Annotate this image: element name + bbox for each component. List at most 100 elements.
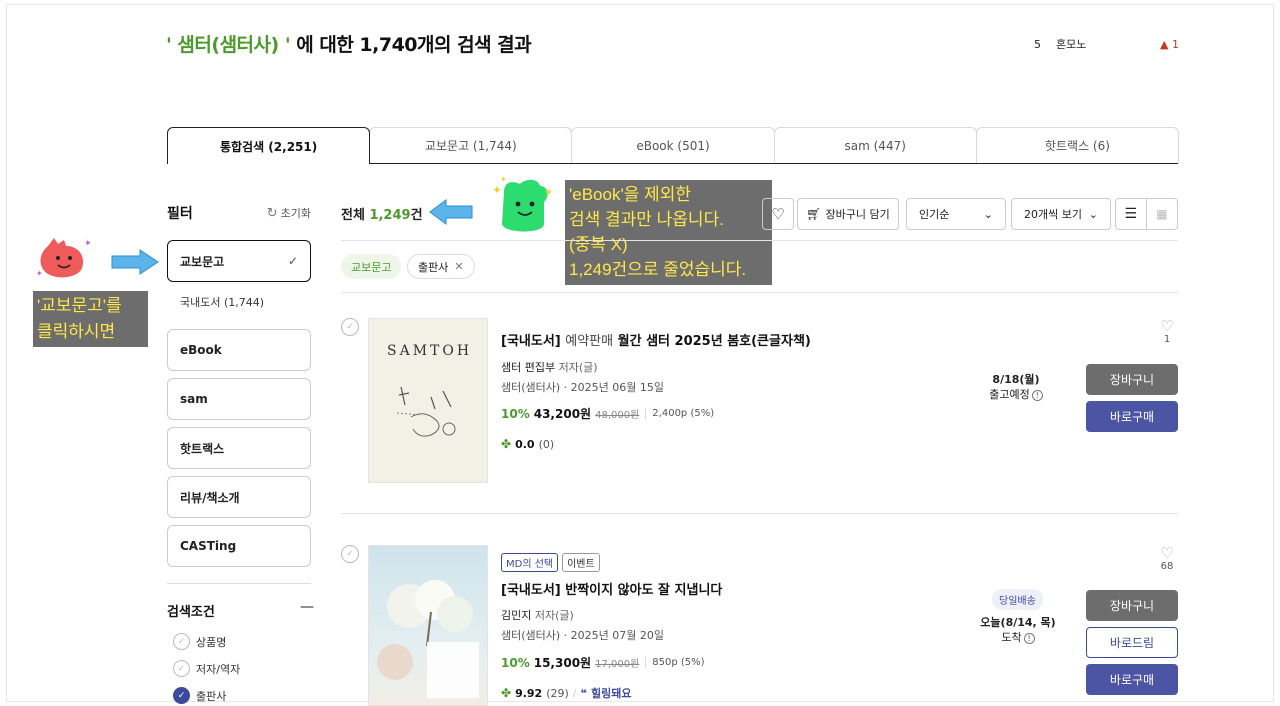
product-author[interactable]: 김민지 저자(글) (501, 607, 574, 623)
book-cover-image[interactable]: SAMTOH (368, 318, 488, 483)
annotation-line: 1,249건으로 줄었습니다. (569, 260, 747, 279)
condition-title-option[interactable]: ✓ 상품명 (173, 633, 226, 650)
annotation-line: (중복 X) (569, 235, 628, 254)
check-circle-icon: ✓ (173, 660, 190, 677)
product-name: 월간 샘터 2025년 봄호(큰글자책) (617, 334, 811, 349)
search-keyword: ' 샘터(샘터사) ' (166, 34, 291, 56)
condition-author-option[interactable]: ✓ 저자/역자 (173, 660, 240, 677)
add-to-cart-button[interactable]: 장바구니 (1086, 590, 1178, 621)
product-review[interactable]: ✤ 9.92 (29) / ❝ 힐링돼요 (501, 685, 631, 701)
add-to-cart-all-button[interactable]: 🛒︎ 장바구니 담기 (797, 198, 899, 230)
author-name: 샘터 편집부 (501, 361, 556, 374)
author-role: 저자(글) (534, 609, 574, 622)
points: 2,400p (5%) (645, 408, 714, 419)
book-cover-image[interactable] (368, 545, 488, 706)
svg-text:✦: ✦ (500, 175, 507, 184)
ship-date: 오늘(8/14, 목) (980, 616, 1056, 629)
filter-sub-domestic[interactable]: 국내도서 (1,744) (180, 294, 264, 310)
event-badge[interactable]: 이벤트 (562, 553, 600, 572)
arrow-left-icon (429, 199, 473, 225)
per-page-select[interactable]: 20개씩 보기 ⌄ (1011, 198, 1111, 230)
results-divider (341, 240, 1178, 241)
list-view-button[interactable]: ☰ (1116, 199, 1147, 229)
svg-text:✦: ✦ (84, 239, 92, 249)
product-category: [국내도서] (501, 334, 561, 349)
rating: 9.92 (515, 686, 543, 700)
add-to-cart-label: 장바구니 담기 (825, 208, 890, 221)
filter-ebook[interactable]: eBook (167, 329, 311, 371)
sort-value: 인기순 (919, 208, 950, 221)
info-icon[interactable]: ! (1023, 633, 1035, 644)
product-publisher: 샘터(샘터사) · 2025년 06월 15일 (501, 381, 665, 394)
product-select-checkbox[interactable]: ✓ (341, 545, 359, 563)
publisher-chip[interactable]: 출판사 ✕ (407, 254, 475, 279)
shipping-info: 8/18(월) 출고예정! (966, 372, 1066, 402)
filter-review[interactable]: 리뷰/책소개 (167, 476, 311, 518)
product-author[interactable]: 샘터 편집부 저자(글) (501, 359, 598, 375)
condition-publisher-option[interactable]: ✓ 출판사 (173, 687, 226, 704)
results-divider (341, 513, 1178, 514)
wishlist-button[interactable]: ♡ 1 (1157, 318, 1177, 345)
per-page-value: 20개씩 보기 (1024, 208, 1082, 221)
tab-integrated[interactable]: 통합검색 (2,251) (167, 127, 371, 164)
quote-icon: ❝ (580, 686, 587, 700)
product-title[interactable]: [국내도서] 예약판매 월간 샘터 2025년 봄호(큰글자책) (501, 330, 811, 349)
tab-kyobo[interactable]: 교보문고 (1,744) (369, 127, 573, 163)
close-icon[interactable]: ✕ (454, 260, 463, 273)
list-icon: ☰ (1124, 206, 1138, 222)
like-count: 1 (1163, 334, 1171, 345)
search-conditions-title: 검색조건 (167, 605, 215, 620)
view-toggle: ☰ ▦ (1115, 198, 1178, 230)
grid-view-button[interactable]: ▦ (1147, 199, 1177, 229)
tab-hottracks[interactable]: 핫트랙스 (6) (975, 127, 1180, 163)
filter-review-label: 리뷰/책소개 (180, 490, 240, 505)
sort-select[interactable]: 인기순 ⌄ (906, 198, 1006, 230)
filter-reset-button[interactable]: ↻ 초기화 (267, 205, 311, 221)
cover-text-block (427, 642, 479, 698)
annotation-line: 검색 결과만 나옵니다. (569, 210, 724, 229)
tab-ebook[interactable]: eBook (501) (571, 127, 775, 163)
check-circle-icon: ✓ (173, 687, 190, 704)
sidebar-divider (167, 583, 311, 584)
product-badges: MD의 선택 이벤트 (501, 553, 600, 572)
product-select-checkbox[interactable]: ✓ (341, 318, 359, 336)
filter-hottracks-label: 핫트랙스 (180, 441, 225, 456)
points: 850p (5%) (645, 657, 705, 668)
wishlist-button[interactable]: ♡ 68 (1157, 545, 1177, 572)
annotation-right: 'eBook'을 제외한 검색 결과만 나옵니다. (중복 X) 1,249건으… (565, 180, 772, 285)
filter-header: 필터 ↻ 초기화 (167, 203, 311, 223)
ship-date: 8/18(월) (992, 373, 1040, 386)
filter-hottracks[interactable]: 핫트랙스 (167, 427, 311, 469)
arrow-right-icon (111, 249, 159, 275)
svg-text:✦: ✦ (36, 269, 43, 278)
total-suffix: 건 (410, 208, 423, 223)
check-circle-icon: ✓ (173, 633, 190, 650)
heart-icon: ♡ (771, 205, 785, 223)
buy-now-button[interactable]: 바로구매 (1086, 401, 1178, 432)
product-title[interactable]: [국내도서] 반짝이지 않아도 잘 지냅니다 (501, 579, 722, 598)
separator: / (572, 686, 577, 700)
cover-title: SAMTOH (387, 343, 473, 359)
buy-now-button[interactable]: 바로구매 (1086, 664, 1178, 695)
tab-sam[interactable]: sam (447) (773, 127, 977, 163)
pickup-button[interactable]: 바로드림 (1086, 627, 1178, 658)
cart-icon: 🛒︎ (806, 207, 822, 221)
applied-filter-chip[interactable]: 교보문고 (341, 254, 402, 279)
svg-text:✦: ✦ (544, 186, 553, 199)
collapse-icon[interactable]: — (300, 599, 314, 615)
wishlist-all-button[interactable]: ♡ (762, 198, 794, 230)
popular-keyword-ticker[interactable]: 5 혼모노 ▲ 1 (1034, 36, 1179, 52)
condition-label: 출판사 (196, 689, 227, 703)
annotation-line: 클릭하시면 (37, 322, 116, 341)
filter-kyobo[interactable]: 교보문고 ✓ (167, 240, 311, 282)
info-icon[interactable]: ! (1031, 390, 1043, 401)
filter-casting[interactable]: CASTing (167, 525, 311, 567)
rank-keyword[interactable]: 혼모노 (1056, 36, 1160, 52)
filter-sam[interactable]: sam (167, 378, 311, 420)
add-to-cart-button[interactable]: 장바구니 (1086, 364, 1178, 395)
author-name: 김민지 (501, 609, 532, 622)
product-review[interactable]: ✤ 0.0 (0) (501, 437, 554, 451)
green-mascot-icon: ✦✦✦ (492, 175, 553, 232)
publisher-chip-label: 출판사 (418, 260, 449, 274)
condition-label: 저자/역자 (196, 662, 241, 676)
